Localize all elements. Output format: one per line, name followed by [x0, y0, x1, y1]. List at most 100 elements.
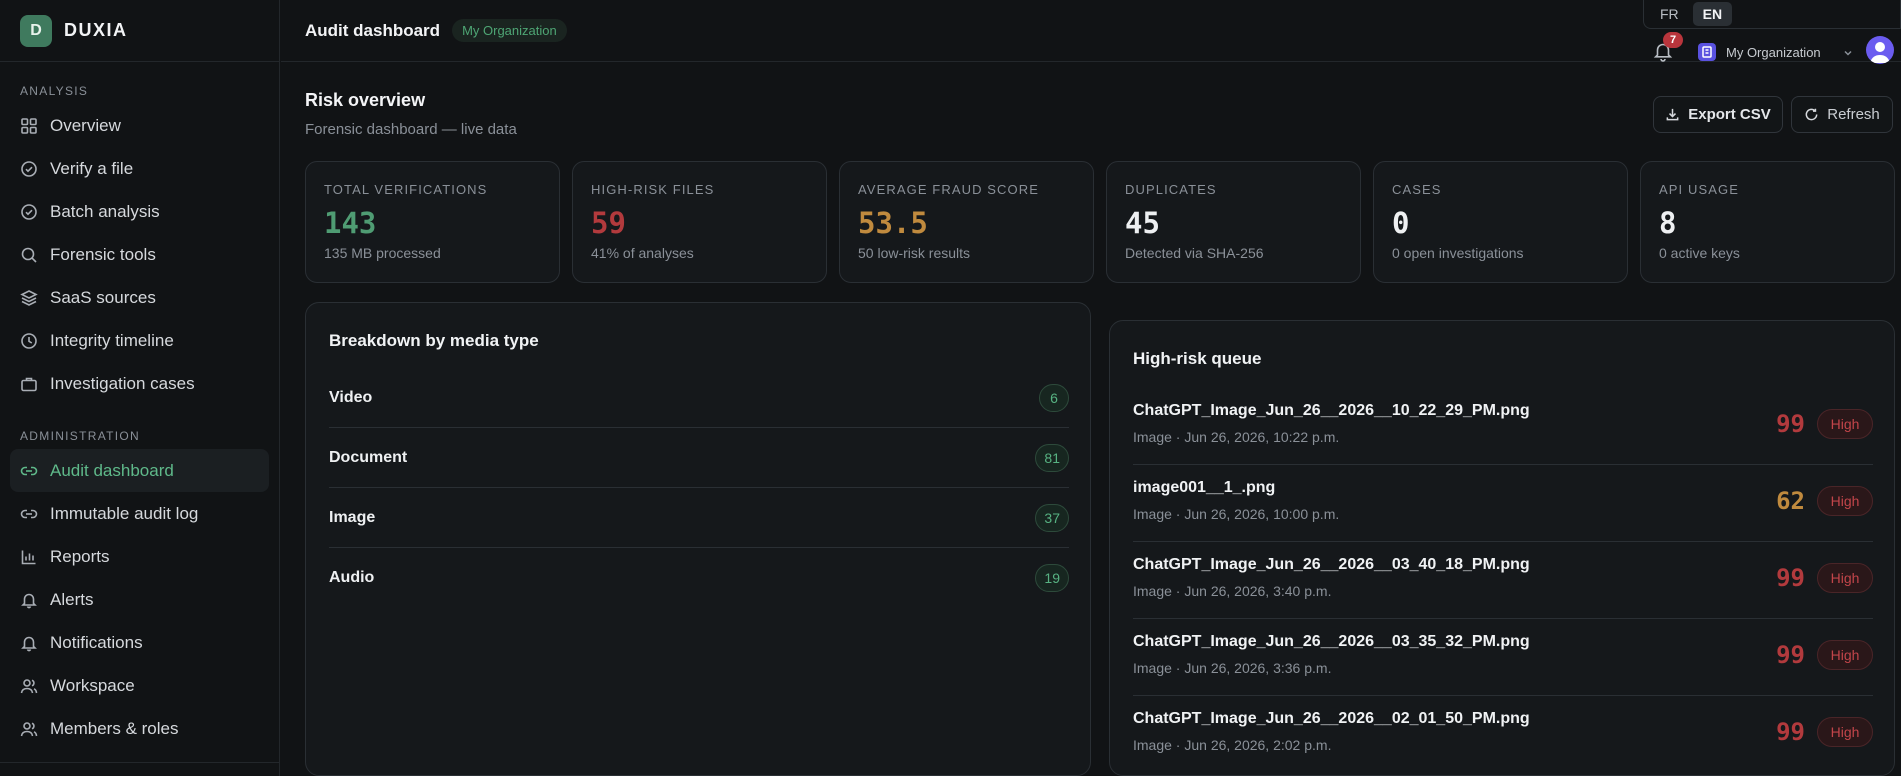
queue-file-name: image001__1_.png	[1133, 479, 1276, 496]
page-title: Risk overview	[305, 90, 426, 110]
sidebar-item-alerts[interactable]: Alerts	[10, 578, 269, 621]
risk-queue-item[interactable]: image001__1_.png Image · Jun 26, 2026, 1…	[1133, 465, 1873, 542]
risk-score: 99	[1776, 564, 1805, 592]
refresh-icon	[1805, 108, 1818, 121]
language-switcher: FR EN	[1643, 0, 1901, 29]
risk-level-badge: High	[1817, 640, 1873, 670]
check-circle-icon	[21, 160, 37, 177]
user-avatar[interactable]	[1866, 36, 1894, 64]
queue-file-name: ChatGPT_Image_Jun_26__2026__03_40_18_PM.…	[1133, 556, 1530, 573]
sidebar-item-forensic-tools[interactable]: Forensic tools	[10, 233, 269, 276]
risk-queue-item[interactable]: ChatGPT_Image_Jun_26__2026__02_01_50_PM.…	[1133, 696, 1873, 773]
risk-queue-item[interactable]: ChatGPT_Image_Jun_26__2026__03_35_32_PM.…	[1133, 619, 1873, 696]
stat-value: 45	[1125, 206, 1160, 240]
workspace-icon[interactable]	[1698, 43, 1716, 61]
sidebar-item-batch-analysis[interactable]: Batch analysis	[10, 190, 269, 233]
media-type-row-audio: Audio 19	[329, 548, 1069, 608]
bell-icon	[21, 636, 37, 651]
language-fr-button[interactable]: FR	[1650, 2, 1689, 26]
stat-value: 143	[324, 206, 377, 240]
bell-icon	[21, 593, 37, 608]
users-icon	[20, 721, 38, 736]
grid-icon	[21, 117, 37, 134]
sidebar-item-label: Batch analysis	[50, 201, 160, 221]
media-type-name: Document	[329, 448, 408, 466]
sidebar-item-reports[interactable]: Reports	[10, 535, 269, 578]
stat-card-average-fraud-score: AVERAGE FRAUD SCORE 53.5 50 low-risk res…	[839, 161, 1094, 283]
sidebar-item-label: Members & roles	[50, 718, 179, 738]
stat-sub: 50 low-risk results	[858, 245, 971, 261]
sidebar-item-immutable-audit-log[interactable]: Immutable audit log	[10, 492, 269, 535]
language-en-button[interactable]: EN	[1692, 2, 1733, 26]
stat-label: AVERAGE FRAUD SCORE	[858, 182, 1040, 197]
media-type-row-image: Image 37	[329, 488, 1069, 548]
sidebar-item-label: Overview	[50, 115, 121, 135]
stat-label: CASES	[1392, 182, 1442, 197]
risk-score: 99	[1776, 641, 1805, 669]
refresh-label: Refresh	[1827, 106, 1880, 123]
sidebar-item-verify-file[interactable]: Verify a file	[10, 147, 269, 190]
sidebar-item-investigation-cases[interactable]: Investigation cases	[10, 362, 269, 405]
stat-value: 8	[1659, 206, 1677, 240]
refresh-button[interactable]: Refresh	[1791, 96, 1893, 133]
brand[interactable]: D DUXIA	[0, 0, 279, 62]
sidebar-item-label: Audit dashboard	[50, 460, 174, 480]
stat-sub: 135 MB processed	[324, 245, 441, 261]
stat-card-high-risk-files: HIGH-RISK FILES 59 41% of analyses	[572, 161, 827, 283]
media-type-count-badge: 19	[1035, 564, 1069, 592]
sidebar-item-integrity-timeline[interactable]: Integrity timeline	[10, 319, 269, 362]
export-csv-label: Export CSV	[1688, 106, 1771, 123]
sidebar-item-saas-sources[interactable]: SaaS sources	[10, 276, 269, 319]
sidebar-item-notifications[interactable]: Notifications	[10, 621, 269, 664]
bar-chart-icon	[21, 550, 36, 564]
stat-card-duplicates: DUPLICATES 45 Detected via SHA-256	[1106, 161, 1361, 283]
queue-file-meta: Image · Jun 26, 2026, 3:36 p.m.	[1133, 660, 1332, 676]
risk-queue-item[interactable]: ChatGPT_Image_Jun_26__2026__03_40_18_PM.…	[1133, 542, 1873, 619]
sidebar-item-label: Forensic tools	[50, 244, 156, 264]
stat-card-total-verifications: TOTAL VERIFICATIONS 143 135 MB processed	[305, 161, 560, 283]
brand-name: DUXIA	[64, 20, 128, 40]
media-type-row-video: Video 6	[329, 368, 1069, 428]
workspace-switcher-label[interactable]: My Organization	[1726, 45, 1821, 60]
stat-label: API USAGE	[1659, 182, 1739, 197]
media-type-count-badge: 37	[1035, 503, 1069, 532]
chevron-down-icon[interactable]	[1843, 48, 1853, 58]
risk-score: 99	[1776, 410, 1805, 438]
sidebar-item-overview[interactable]: Overview	[10, 104, 269, 147]
users-icon	[20, 678, 38, 693]
sidebar-item-label: Workspace	[50, 675, 135, 695]
sidebar-item-label: Immutable audit log	[50, 503, 199, 523]
sidebar-item-members-roles[interactable]: Members & roles	[10, 707, 269, 750]
media-breakdown-panel: Breakdown by media type Video 6 Document…	[305, 302, 1091, 776]
stat-value: 0	[1392, 206, 1410, 240]
stat-card-cases: CASES 0 0 open investigations	[1373, 161, 1628, 283]
sidebar-item-workspace[interactable]: Workspace	[10, 664, 269, 707]
stat-sub: 0 open investigations	[1392, 245, 1524, 261]
risk-queue-item[interactable]: ChatGPT_Image_Jun_26__2026__10_22_29_PM.…	[1133, 388, 1873, 465]
sidebar-item-label: Investigation cases	[50, 373, 195, 393]
queue-file-meta: Image · Jun 26, 2026, 10:00 p.m.	[1133, 506, 1340, 522]
media-type-name: Image	[329, 508, 376, 526]
stat-label: DUPLICATES	[1125, 182, 1217, 197]
brand-logo: D	[20, 14, 52, 47]
queue-file-meta: Image · Jun 26, 2026, 10:22 p.m.	[1133, 429, 1340, 445]
topbar-title: Audit dashboard	[305, 20, 441, 40]
sidebar-item-label: Alerts	[50, 589, 94, 609]
sidebar-item-label: Verify a file	[50, 158, 134, 178]
clock-icon	[21, 332, 37, 349]
layers-icon	[20, 289, 38, 306]
page-subtitle: Forensic dashboard — live data	[305, 121, 517, 138]
sidebar-item-label: Notifications	[50, 632, 143, 652]
export-csv-button[interactable]: Export CSV	[1653, 96, 1783, 133]
stat-value: 53.5	[858, 206, 928, 240]
download-icon	[1666, 108, 1679, 121]
divider	[0, 762, 279, 763]
stat-sub: 41% of analyses	[591, 245, 694, 261]
queue-file-meta: Image · Jun 26, 2026, 2:02 p.m.	[1133, 737, 1332, 753]
stat-value: 59	[591, 206, 626, 240]
stat-sub: Detected via SHA-256	[1125, 245, 1264, 261]
stat-label: TOTAL VERIFICATIONS	[324, 182, 488, 197]
sidebar: D DUXIA ANALYSIS Overview Verify a file …	[0, 0, 280, 776]
sidebar-item-audit-dashboard[interactable]: Audit dashboard	[10, 449, 269, 492]
check-circle-icon	[21, 203, 37, 220]
